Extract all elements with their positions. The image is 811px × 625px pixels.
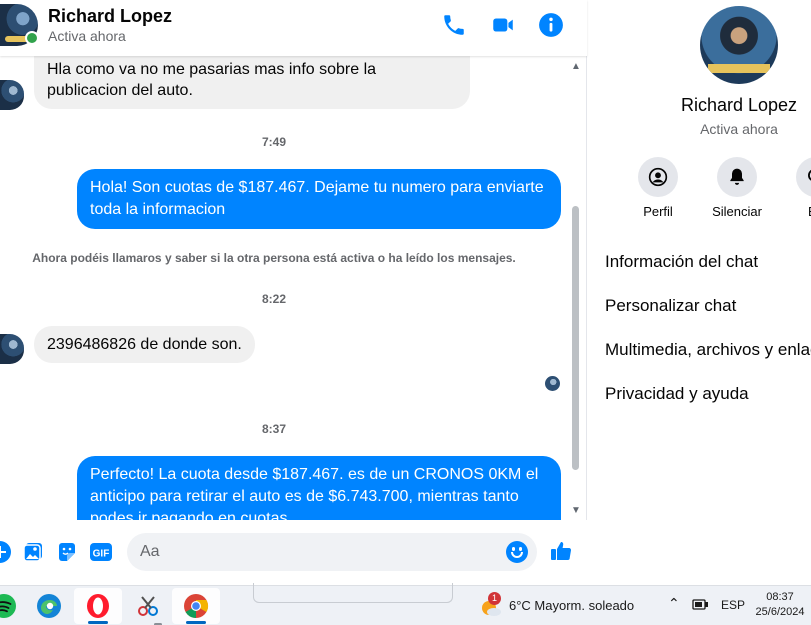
gif-label: GIF bbox=[93, 549, 110, 560]
timestamp: 8:37 bbox=[261, 422, 287, 436]
message-list[interactable]: Hla como va no me pasarias mas info sobr… bbox=[0, 56, 587, 520]
gif-icon[interactable]: GIF bbox=[89, 540, 113, 564]
weather-notification-badge: 1 bbox=[488, 592, 501, 605]
timestamp: 7:49 bbox=[261, 135, 287, 149]
chrome-taskbar-button[interactable] bbox=[172, 588, 220, 624]
search-label: Bu bbox=[776, 204, 811, 219]
timestamp: 8:22 bbox=[261, 292, 287, 306]
profile-label: Perfil bbox=[643, 204, 673, 219]
seen-indicator-avatar bbox=[545, 376, 560, 391]
chat-window: Richard Lopez Activa ahora Hla como va n… bbox=[0, 0, 587, 585]
composer-bar: GIF bbox=[0, 520, 587, 585]
message-input[interactable] bbox=[127, 533, 537, 571]
search-icon bbox=[796, 157, 811, 197]
image-icon[interactable] bbox=[21, 540, 45, 564]
windows-taskbar: 1 6°C Mayorm. soleado ⌃ ESP 08:37 25/6/2… bbox=[0, 583, 811, 625]
info-icon[interactable] bbox=[538, 12, 564, 38]
mute-label: Silenciar bbox=[712, 204, 762, 219]
emoji-icon[interactable] bbox=[506, 541, 528, 563]
taskbar-search-preview bbox=[253, 583, 453, 603]
sticker-icon[interactable] bbox=[55, 540, 79, 564]
profile-icon bbox=[638, 157, 678, 197]
sender-avatar bbox=[0, 80, 24, 110]
contact-status: Activa ahora bbox=[48, 28, 126, 44]
edge-icon[interactable] bbox=[35, 592, 63, 620]
online-indicator bbox=[25, 31, 39, 45]
clock-time: 08:37 bbox=[766, 591, 794, 603]
weather-text[interactable]: 6°C Mayorm. soleado bbox=[509, 598, 634, 613]
outgoing-message[interactable]: Hola! Son cuotas de $187.467. Dejame tu … bbox=[77, 169, 561, 229]
video-call-icon[interactable] bbox=[490, 12, 516, 38]
section-privacy-help[interactable]: Privacidad y ayuda bbox=[605, 384, 749, 404]
bell-icon bbox=[717, 157, 757, 197]
more-actions-icon[interactable] bbox=[0, 540, 12, 564]
taskbar-clock[interactable]: 08:37 25/6/2024 bbox=[752, 590, 808, 620]
active-indicator bbox=[186, 621, 206, 624]
chat-info-panel: Richard Lopez Activa ahora Perfil Silenc… bbox=[587, 0, 811, 585]
scroll-down-arrow[interactable]: ▼ bbox=[571, 506, 581, 516]
contact-name[interactable]: Richard Lopez bbox=[48, 6, 172, 27]
section-customize-chat[interactable]: Personalizar chat bbox=[605, 296, 736, 316]
spotify-icon[interactable] bbox=[0, 592, 18, 620]
section-media-files-links[interactable]: Multimedia, archivos y enlaces bbox=[605, 340, 811, 360]
language-indicator[interactable]: ESP bbox=[721, 598, 745, 612]
incoming-message[interactable]: 2396486826 de donde son. bbox=[34, 326, 255, 363]
section-chat-info[interactable]: Información del chat bbox=[605, 252, 758, 272]
system-notice: Ahora podéis llamaros y saber si la otra… bbox=[32, 251, 516, 265]
profile-status: Activa ahora bbox=[700, 121, 778, 137]
network-icon[interactable] bbox=[692, 597, 710, 616]
scroll-up-arrow[interactable]: ▲ bbox=[571, 62, 581, 72]
like-icon[interactable] bbox=[549, 539, 573, 563]
chat-header: Richard Lopez Activa ahora bbox=[0, 0, 587, 56]
scroll-thumb[interactable] bbox=[572, 206, 579, 470]
profile-name: Richard Lopez bbox=[680, 95, 798, 115]
incoming-message[interactable]: Hla como va no me pasarias mas info sobr… bbox=[34, 56, 470, 109]
opera-icon bbox=[84, 592, 112, 620]
clock-date: 25/6/2024 bbox=[755, 606, 805, 618]
chrome-icon bbox=[182, 592, 210, 620]
search-button[interactable]: Bu bbox=[776, 157, 811, 219]
opera-taskbar-button[interactable] bbox=[74, 588, 122, 624]
snipping-tool-icon[interactable] bbox=[134, 592, 162, 625]
active-indicator bbox=[88, 621, 108, 624]
phone-icon[interactable] bbox=[441, 12, 467, 38]
profile-button[interactable]: Perfil bbox=[618, 157, 698, 219]
sender-avatar bbox=[0, 334, 24, 364]
profile-avatar[interactable] bbox=[700, 6, 778, 84]
outgoing-message[interactable]: Perfecto! La cuota desde $187.467. es de… bbox=[77, 456, 561, 520]
tray-chevron-up-icon[interactable]: ⌃ bbox=[668, 595, 680, 612]
scrollbar[interactable]: ▲ ▼ bbox=[567, 56, 585, 520]
mute-button[interactable]: Silenciar bbox=[697, 157, 777, 219]
